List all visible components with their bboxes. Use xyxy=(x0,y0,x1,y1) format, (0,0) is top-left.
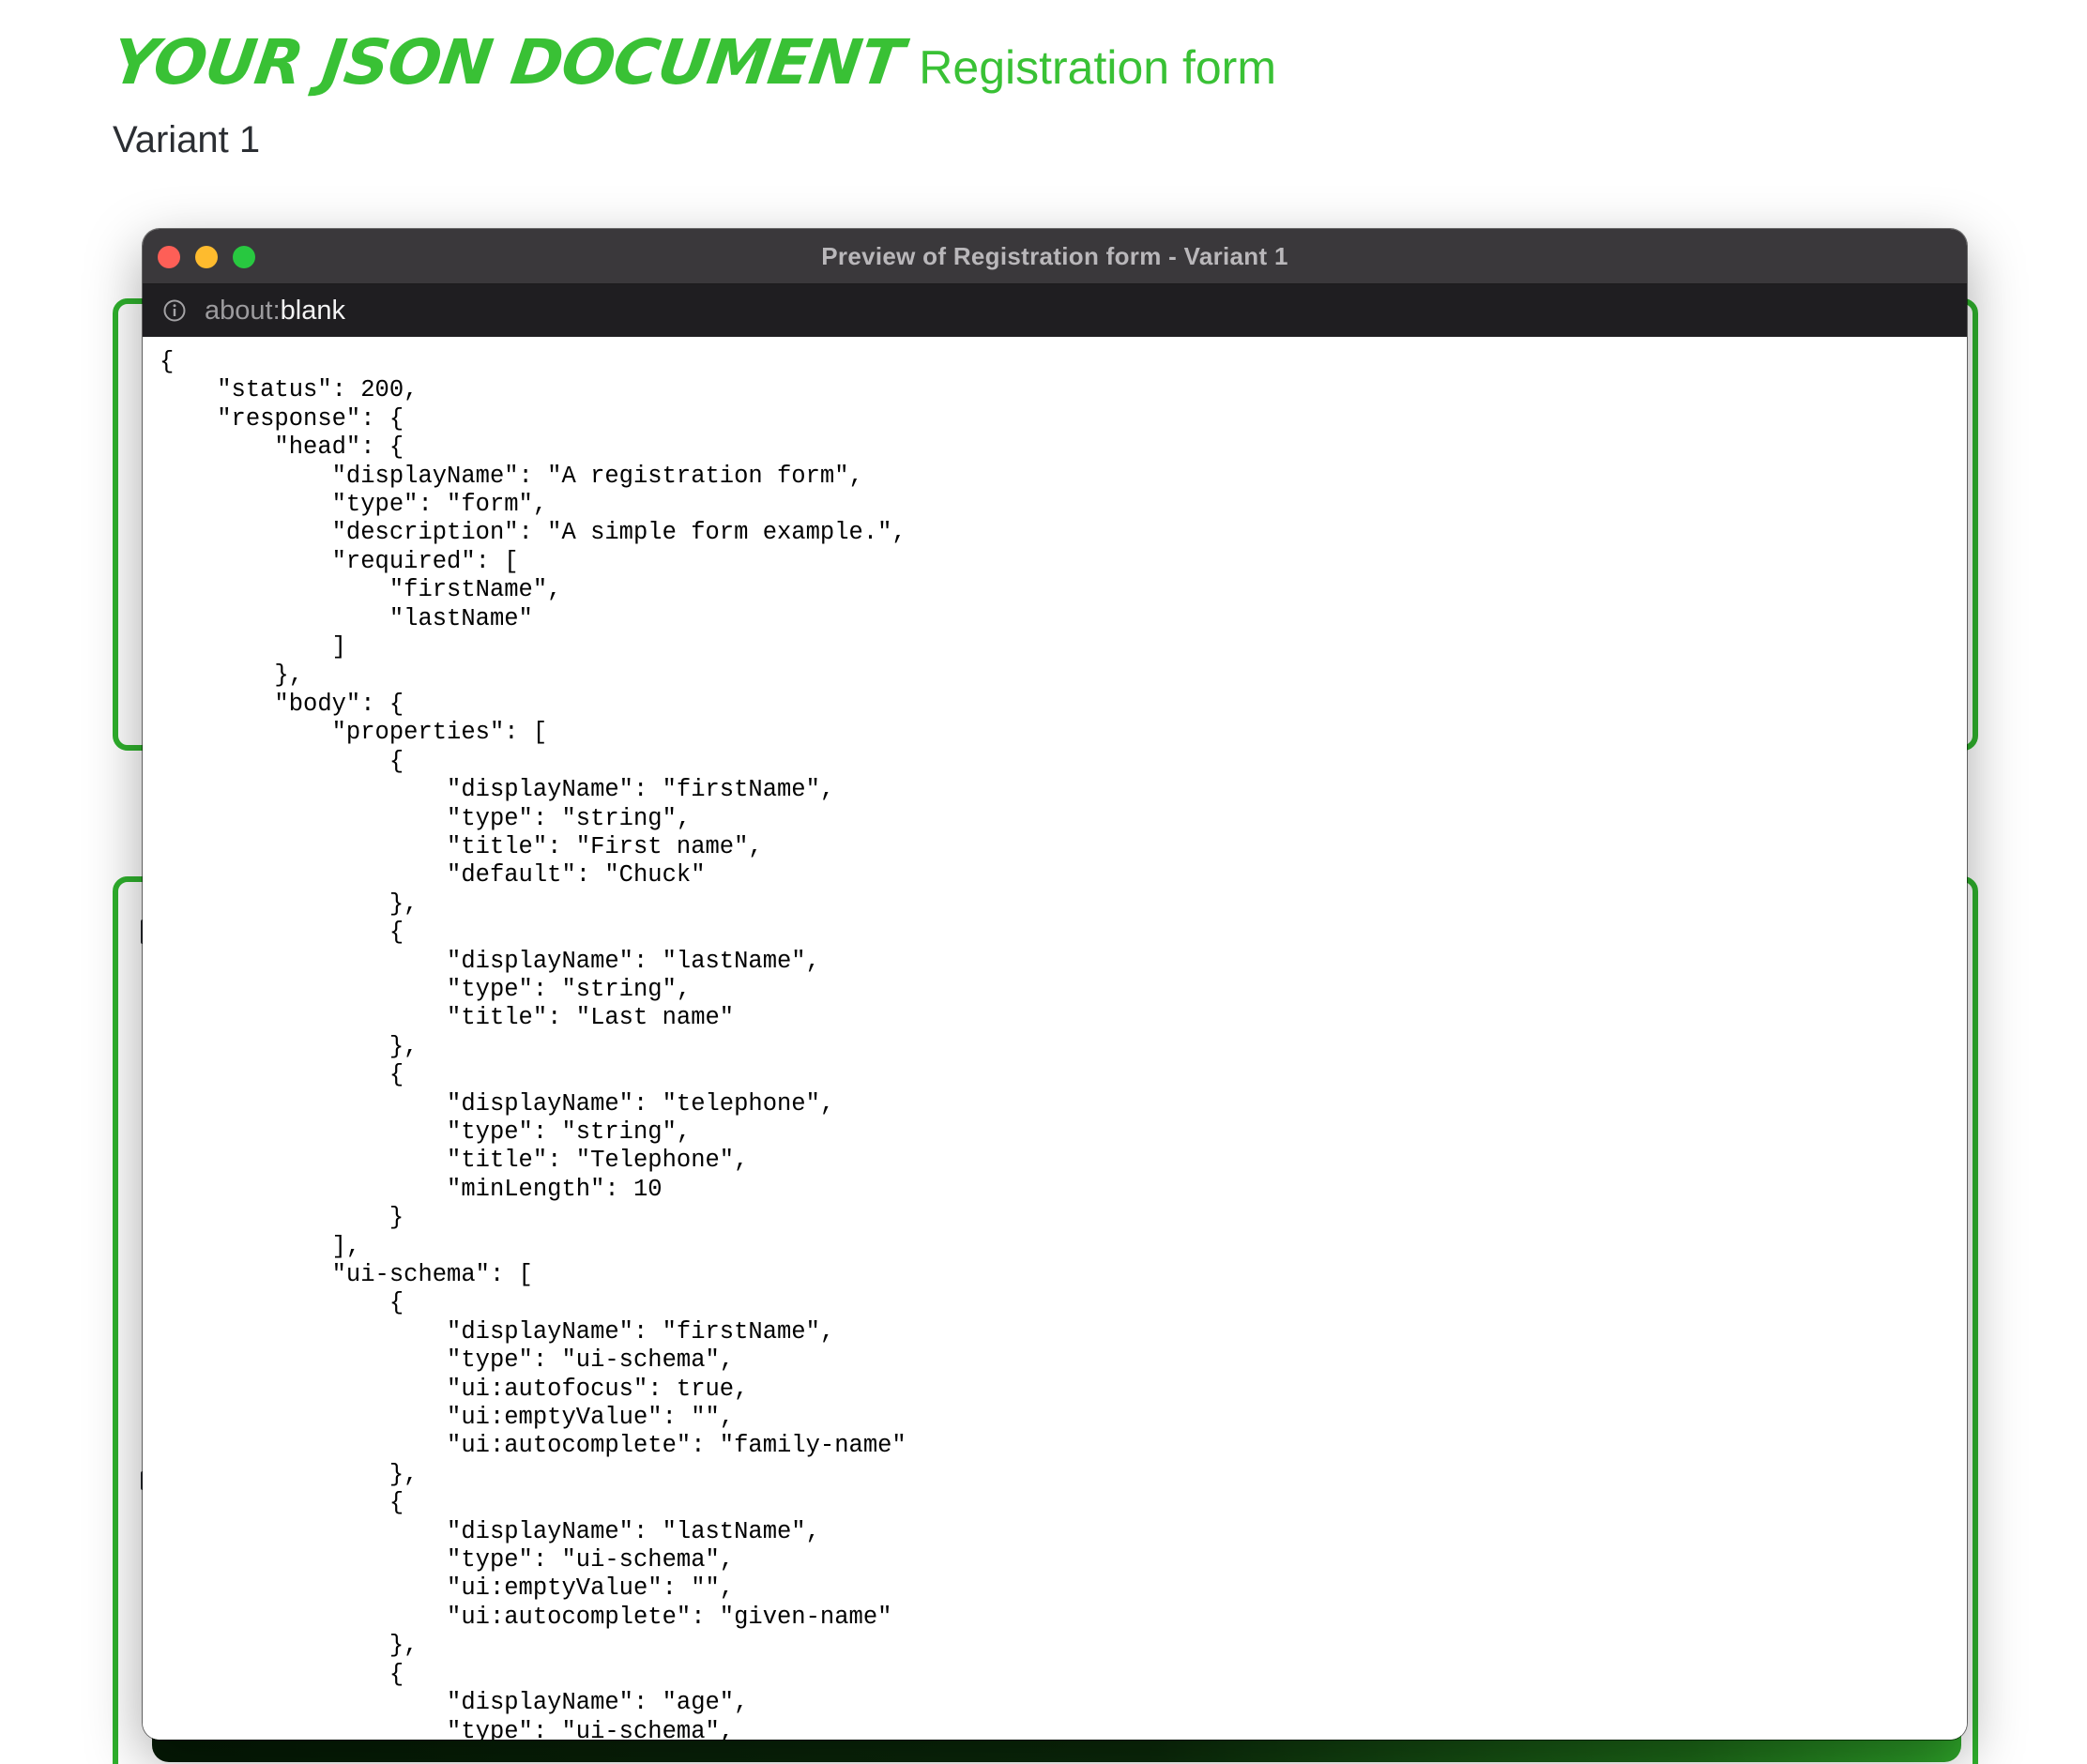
minimize-window-button[interactable] xyxy=(195,246,218,268)
close-window-button[interactable] xyxy=(158,246,180,268)
address-bar[interactable]: about:blank xyxy=(143,284,1967,338)
json-document-text: { "status": 200, "response": { "head": {… xyxy=(160,348,906,1740)
info-circle-icon[interactable] xyxy=(163,299,186,322)
brand-title: Your JSON Document xyxy=(107,26,907,99)
address-url[interactable]: about:blank xyxy=(205,296,345,327)
traffic-lights xyxy=(158,246,255,268)
preview-window[interactable]: Preview of Registration form - Variant 1… xyxy=(143,229,1967,1740)
url-path: blank xyxy=(280,295,345,326)
url-scheme: about: xyxy=(205,295,281,326)
preview-content[interactable]: { "status": 200, "response": { "head": {… xyxy=(143,337,1967,1740)
window-titlebar[interactable]: Preview of Registration form - Variant 1 xyxy=(143,229,1967,284)
zoom-window-button[interactable] xyxy=(233,246,255,268)
title-row: Your JSON Document Registration form xyxy=(108,26,1989,99)
page: Your JSON Document Registration form Var… xyxy=(0,0,2087,1764)
window-title: Preview of Registration form - Variant 1 xyxy=(821,241,1288,270)
variant-label: Variant 1 xyxy=(113,119,261,160)
page-header: Your JSON Document Registration form Var… xyxy=(108,26,1989,161)
document-name: Registration form xyxy=(919,41,1276,94)
